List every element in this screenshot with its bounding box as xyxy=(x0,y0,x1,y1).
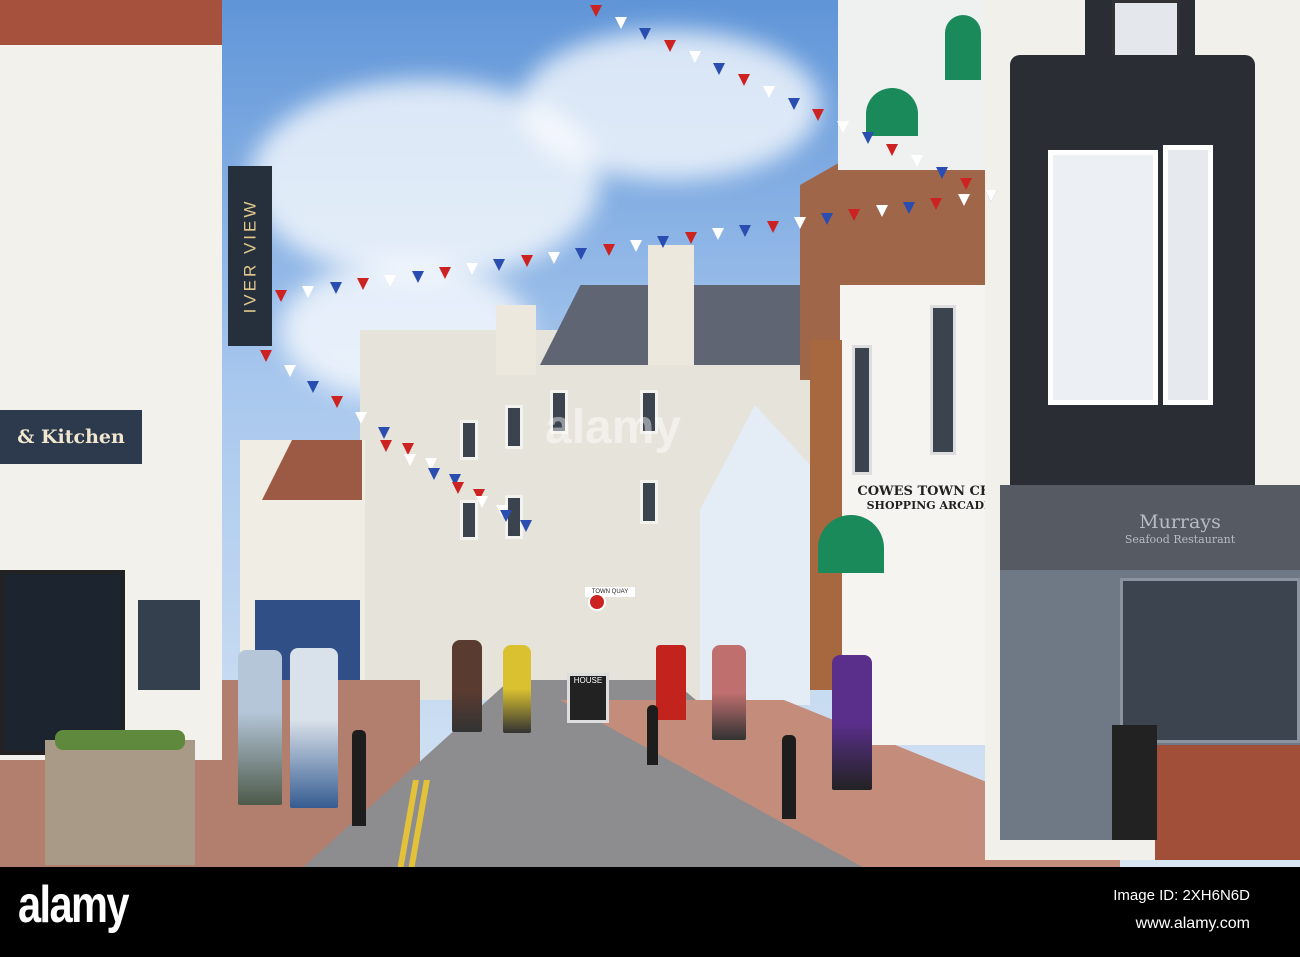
bunting-flag xyxy=(466,263,479,276)
bollard xyxy=(647,705,658,765)
plants xyxy=(55,730,185,750)
bunting-flag xyxy=(614,16,627,29)
bunting-flag xyxy=(384,274,397,287)
bunting-flag xyxy=(930,197,943,210)
bunting-flag xyxy=(836,120,849,133)
bunting-flag xyxy=(739,224,752,237)
bunting-flag xyxy=(602,243,615,256)
post-box xyxy=(656,645,686,720)
bunting-flag xyxy=(812,109,825,122)
bunting-flag xyxy=(957,193,970,206)
restaurant-subtitle: Seafood Restaurant xyxy=(1124,532,1236,546)
bunting-flag xyxy=(401,442,414,455)
bunting-flag xyxy=(935,166,948,179)
bunting-flag xyxy=(302,286,315,299)
bunting-flag xyxy=(688,51,701,64)
bunting-flag xyxy=(275,290,287,302)
river-view-text: IVER VIEW xyxy=(240,198,260,314)
restaurant-sign: Murrays Seafood Restaurant xyxy=(1080,498,1280,558)
bunting-flag xyxy=(307,380,320,393)
bunting-flag xyxy=(787,97,800,110)
bunting-flag xyxy=(910,155,923,168)
bunting-flag xyxy=(664,39,677,52)
bunting-flag xyxy=(452,482,464,494)
image-id: Image ID: 2XH6N6D xyxy=(1113,887,1250,904)
bunting-flag xyxy=(684,232,697,245)
wooden-planters xyxy=(45,740,195,865)
bunting-flag xyxy=(575,247,588,260)
bunting-flag xyxy=(380,440,392,452)
footer-bar: alamy Image ID: 2XH6N6D www.alamy.com xyxy=(0,867,1300,957)
bunting-flag xyxy=(713,62,726,75)
bunting-flag xyxy=(476,496,488,508)
bunting-flag xyxy=(762,85,775,98)
timber-column xyxy=(810,340,842,690)
menu-board xyxy=(138,600,200,690)
pedestrian xyxy=(503,645,531,733)
bunting-flag xyxy=(411,270,424,283)
bunting-flag xyxy=(428,468,440,480)
bollard xyxy=(782,735,796,819)
river-view-sign: IVER VIEW xyxy=(228,166,272,346)
chalkboard xyxy=(1112,725,1157,840)
bunting-flag xyxy=(738,74,751,87)
alamy-url: www.alamy.com xyxy=(1135,915,1250,932)
cloud xyxy=(520,30,820,180)
chimney xyxy=(496,305,536,375)
bunting-flag xyxy=(548,251,561,264)
bunting-flag xyxy=(330,396,343,409)
bunting-flag xyxy=(520,520,532,532)
pedestrian xyxy=(238,650,282,805)
bunting-flag xyxy=(520,255,533,268)
arcade-sign-line1: COWES TOWN CEN xyxy=(857,483,1002,499)
bunting-flag xyxy=(493,259,506,272)
watermark: alamy xyxy=(545,401,682,454)
a-board: HOUSE xyxy=(567,673,609,723)
no-entry-sign xyxy=(588,593,606,611)
bunting-flag xyxy=(711,228,724,241)
bunting-flag xyxy=(329,282,342,295)
pedestrian xyxy=(290,648,338,808)
green-awning xyxy=(818,515,884,573)
bunting-flag xyxy=(356,278,369,291)
green-awning xyxy=(945,15,981,80)
kitchen-sign: & Kitchen xyxy=(0,410,142,464)
bunting-flag xyxy=(639,28,652,41)
arcade-sign-line2: SHOPPING ARCADE xyxy=(866,498,993,512)
bunting-flag xyxy=(985,190,997,202)
bunting-flag xyxy=(886,143,899,156)
brick-wall xyxy=(1155,745,1300,860)
pedestrian xyxy=(452,640,482,732)
bunting-flag xyxy=(766,220,779,233)
chimney xyxy=(648,245,694,365)
left-roof xyxy=(0,0,222,45)
bunting-flag xyxy=(903,201,916,214)
bunting-flag xyxy=(793,216,806,229)
bunting-flag xyxy=(378,427,391,440)
bunting-flag xyxy=(630,240,642,252)
bunting-flag xyxy=(260,350,272,362)
green-awning xyxy=(866,88,918,136)
alamy-logo: alamy xyxy=(18,876,130,934)
street-photo: & Kitchen IVER VIEW COWES TOWN CEN SHOPP… xyxy=(0,0,1300,867)
pedestrian xyxy=(832,655,872,790)
bunting-flag xyxy=(404,454,416,466)
bunting-flag xyxy=(438,266,451,279)
pedestrian xyxy=(712,645,746,740)
black-doors xyxy=(0,570,125,755)
bunting-flag xyxy=(848,209,861,222)
bunting-flag xyxy=(960,178,973,191)
bunting-flag xyxy=(283,365,296,378)
arcade-sign: COWES TOWN CEN SHOPPING ARCADE xyxy=(857,470,1001,525)
bunting-flag xyxy=(590,5,602,17)
bunting-flag xyxy=(657,236,670,249)
bunting-flag xyxy=(354,411,367,424)
bunting-flag xyxy=(875,205,888,218)
bunting-flag xyxy=(821,213,834,226)
restaurant-name: Murrays xyxy=(1139,510,1221,533)
bunting-flag xyxy=(861,132,874,145)
bunting-flag xyxy=(500,510,512,522)
bollard xyxy=(352,730,366,826)
